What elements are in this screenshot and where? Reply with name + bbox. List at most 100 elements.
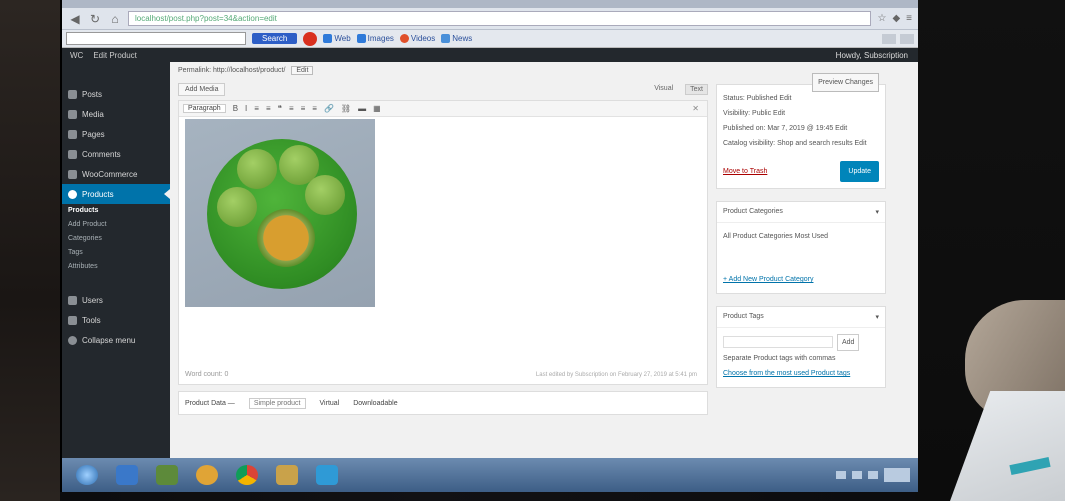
- choose-most-used-tags-link[interactable]: Choose from the most used Product tags: [723, 366, 879, 381]
- tab-text[interactable]: Text: [685, 84, 708, 95]
- sidebar-item-users[interactable]: Users: [62, 290, 170, 310]
- sidebar-item-products[interactable]: Products: [62, 184, 170, 204]
- submenu-attributes[interactable]: Attributes: [62, 260, 170, 274]
- clock[interactable]: [884, 468, 910, 482]
- background-left: [0, 0, 60, 501]
- submenu-tags[interactable]: Tags: [62, 246, 170, 260]
- tab-visual[interactable]: Visual: [650, 84, 677, 95]
- chevron-down-icon[interactable]: ▾: [875, 313, 879, 321]
- chrome-icon[interactable]: [236, 465, 258, 485]
- product-data-box: Product Data — Simple product Virtual Do…: [178, 391, 708, 415]
- sidebar-collapse[interactable]: Collapse menu: [62, 330, 170, 350]
- tag-hint: Separate Product tags with commas: [723, 355, 836, 362]
- published-on-row: Published on: Mar 7, 2019 @ 19:45 Edit: [723, 125, 848, 132]
- sidebar-item-comments[interactable]: Comments: [62, 144, 170, 164]
- status-row: Status: Published Edit: [723, 95, 792, 102]
- network-icon[interactable]: [852, 471, 862, 479]
- submenu-products[interactable]: Products: [62, 204, 170, 218]
- align-left-icon[interactable]: ≡: [289, 104, 294, 113]
- sidebar-item-woocommerce[interactable]: WooCommerce: [62, 164, 170, 184]
- sidebar-item-tools[interactable]: Tools: [62, 310, 170, 330]
- toolbar-toggle-icon[interactable]: ▦: [373, 104, 381, 113]
- align-center-icon[interactable]: ≡: [301, 104, 306, 113]
- toolbar-link-web[interactable]: Web: [323, 34, 351, 43]
- admin-bar-howdy[interactable]: Howdy, Subscription: [836, 51, 918, 60]
- submenu-categories[interactable]: Categories: [62, 232, 170, 246]
- extension-icon[interactable]: ◆: [892, 13, 900, 24]
- desk-item: [1009, 456, 1051, 476]
- sidebar-item-pages[interactable]: Pages: [62, 124, 170, 144]
- media-player-icon[interactable]: [196, 465, 218, 485]
- page-icon: [68, 129, 77, 139]
- link-icon[interactable]: 🔗: [324, 104, 334, 113]
- product-image[interactable]: [185, 119, 375, 307]
- sidebar-item-posts[interactable]: Posts: [62, 84, 170, 104]
- add-tag-button[interactable]: Add: [837, 334, 860, 351]
- preview-changes-button[interactable]: Preview Changes: [812, 73, 879, 92]
- comment-icon: [68, 149, 77, 159]
- app-icon[interactable]: [156, 465, 178, 485]
- news-icon: [441, 34, 451, 43]
- numbered-list-icon[interactable]: ≡: [266, 104, 271, 113]
- more-tag-icon[interactable]: ▬: [358, 104, 366, 113]
- system-tray: [836, 468, 918, 482]
- format-select[interactable]: Paragraph: [183, 104, 226, 113]
- tag-input[interactable]: [723, 336, 833, 349]
- product-type-select[interactable]: Simple product: [248, 397, 306, 409]
- submenu-add-product[interactable]: Add Product: [62, 218, 170, 232]
- bullet-list-icon[interactable]: ≡: [254, 104, 259, 113]
- add-new-category-link[interactable]: + Add New Product Category: [723, 272, 879, 287]
- move-to-trash-link[interactable]: Move to Trash: [723, 164, 767, 179]
- add-media-button[interactable]: Add Media: [178, 83, 226, 96]
- update-button[interactable]: Update: [840, 161, 879, 182]
- start-button-icon[interactable]: [76, 465, 98, 485]
- last-edited: Last edited by Subscription on February …: [535, 372, 697, 378]
- reload-icon[interactable]: ↻: [88, 12, 102, 26]
- bold-icon[interactable]: B: [233, 104, 238, 113]
- app-icon[interactable]: [316, 465, 338, 485]
- home-icon[interactable]: ⌂: [108, 12, 122, 26]
- tray-icon[interactable]: [836, 471, 846, 479]
- toolbar-search-input[interactable]: [66, 32, 246, 45]
- content-editor[interactable]: Paragraph B I ≡ ≡ ❝ ≡ ≡ ≡ 🔗 ⛓ ▬ ▦ ✕ Word…: [178, 100, 708, 385]
- volume-icon[interactable]: [868, 471, 878, 479]
- toolbar-button[interactable]: [882, 33, 896, 44]
- taskbar: [62, 458, 918, 492]
- back-icon[interactable]: ◀: [68, 12, 82, 26]
- chevron-down-icon[interactable]: ▾: [875, 208, 879, 216]
- blockquote-icon[interactable]: ❝: [278, 104, 282, 113]
- url-field[interactable]: localhost/post.php?post=34&action=edit: [128, 11, 872, 26]
- word-count: Word count: 0: [185, 371, 229, 378]
- tab-most-used[interactable]: Most Used: [795, 233, 828, 240]
- toolbar-link-videos[interactable]: Videos: [399, 34, 435, 43]
- close-icon[interactable]: ✕: [692, 104, 699, 113]
- browser-address-bar: ◀ ↻ ⌂ localhost/post.php?post=34&action=…: [62, 8, 918, 30]
- food-item: [237, 149, 277, 189]
- italic-icon[interactable]: I: [245, 104, 247, 113]
- woocommerce-icon: [68, 169, 77, 179]
- folder-icon[interactable]: [276, 465, 298, 485]
- monitor-screen: ◀ ↻ ⌂ localhost/post.php?post=34&action=…: [60, 0, 918, 492]
- toolbar-button[interactable]: [900, 33, 914, 44]
- toolbar-link-images[interactable]: Images: [356, 34, 394, 43]
- users-icon: [68, 295, 77, 305]
- explorer-icon[interactable]: [116, 465, 138, 485]
- bookmark-star-icon[interactable]: ☆: [877, 13, 886, 24]
- unlink-icon[interactable]: ⛓: [341, 104, 351, 113]
- menu-icon[interactable]: ≡: [906, 13, 912, 24]
- align-right-icon[interactable]: ≡: [312, 104, 317, 113]
- admin-bar-site[interactable]: WC: [70, 51, 83, 60]
- desk-surface: [950, 391, 1065, 501]
- wp-admin: Posts Media Pages Comments WooCommerce P…: [62, 62, 918, 458]
- toolbar-search-button[interactable]: Search: [252, 33, 298, 44]
- permalink-edit-button[interactable]: Edit: [291, 66, 314, 75]
- catalog-visibility-row: Catalog visibility: Shop and search resu…: [723, 140, 867, 147]
- swirl-icon[interactable]: [303, 31, 318, 46]
- sidebar-item-media[interactable]: Media: [62, 104, 170, 124]
- visibility-row: Visibility: Public Edit: [723, 110, 786, 117]
- admin-bar-edit[interactable]: Edit Product: [93, 51, 137, 60]
- virtual-checkbox[interactable]: Virtual: [320, 400, 340, 407]
- toolbar-link-news[interactable]: News: [441, 34, 472, 43]
- tab-all-categories[interactable]: All Product Categories: [723, 233, 793, 240]
- downloadable-checkbox[interactable]: Downloadable: [353, 400, 397, 407]
